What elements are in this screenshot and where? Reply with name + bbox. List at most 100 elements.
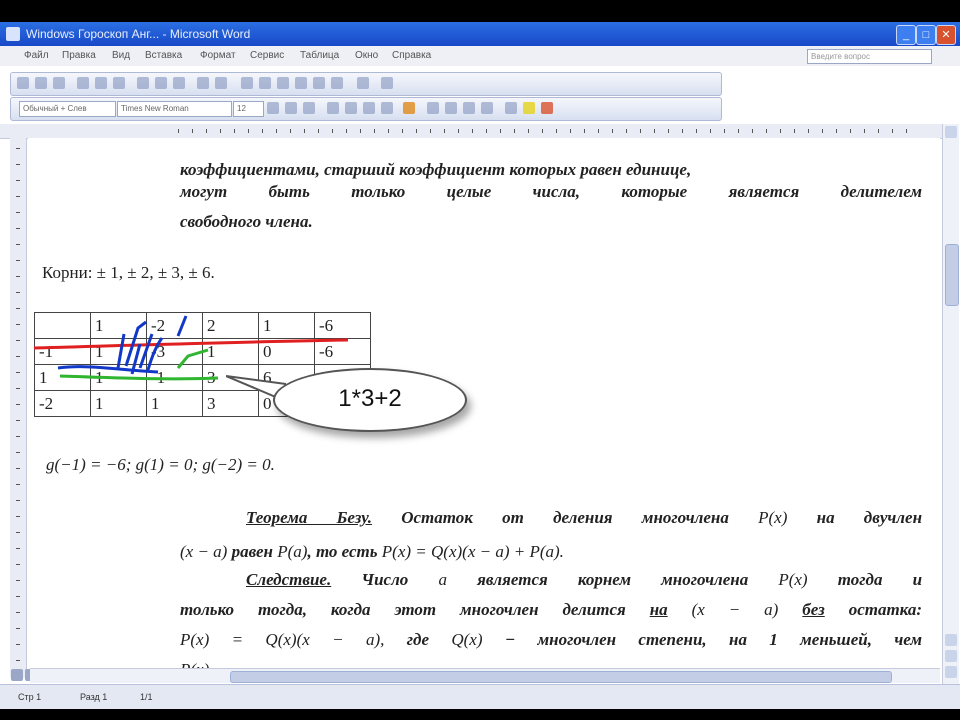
- green-arrow: [176, 348, 209, 369]
- previous-page-icon[interactable]: [945, 634, 957, 646]
- corollary-text-2b: на: [649, 600, 668, 619]
- horizontal-scroll-thumb[interactable]: [230, 671, 892, 683]
- spelling-icon[interactable]: [113, 77, 125, 89]
- status-section: Разд 1: [80, 692, 108, 702]
- formatting-toolbar: Обычный + Слев Times New Roman 12: [10, 97, 722, 121]
- bullets-icon[interactable]: [445, 102, 457, 114]
- open-icon[interactable]: [35, 77, 47, 89]
- theorem-equals-word: равен: [231, 542, 273, 561]
- font-select[interactable]: Times New Roman: [117, 101, 232, 117]
- border-icon[interactable]: [505, 102, 517, 114]
- corollary-text-2d: без: [802, 600, 825, 619]
- horizontal-scrollbar[interactable]: [30, 668, 940, 683]
- minimize-button[interactable]: _: [896, 25, 916, 45]
- menu-bar: Файл Правка Вид Вставка Формат Сервис Та…: [0, 46, 960, 66]
- increase-indent-icon[interactable]: [481, 102, 493, 114]
- corollary-text-2e: остатка:: [848, 600, 923, 619]
- cut-icon[interactable]: [137, 77, 149, 89]
- theorem-formula: P(x) = Q(x)(x − a) + P(a).: [381, 542, 564, 561]
- table-icon[interactable]: [259, 77, 271, 89]
- justify-icon[interactable]: [381, 102, 393, 114]
- bold-icon[interactable]: [267, 102, 279, 114]
- zoom-icon[interactable]: [357, 77, 369, 89]
- menu-tools[interactable]: Сервис: [250, 50, 284, 61]
- redo-icon[interactable]: [215, 77, 227, 89]
- title-bar: Windows Гороскоп Анг... - Microsoft Word…: [0, 22, 960, 46]
- menu-help[interactable]: Справка: [392, 50, 431, 61]
- align-center-icon[interactable]: [345, 102, 357, 114]
- theorem-pa: P(a): [277, 542, 308, 561]
- menu-format[interactable]: Формат: [200, 50, 236, 61]
- red-strike-line: [33, 338, 349, 350]
- close-button[interactable]: ✕: [936, 25, 956, 45]
- new-document-icon[interactable]: [17, 77, 29, 89]
- style-select[interactable]: Обычный + Слев: [19, 101, 116, 117]
- window-title: Windows Гороскоп Анг... - Microsoft Word: [26, 27, 251, 41]
- theorem-line-1: Теорема Безу. Остаток от деления многочл…: [180, 508, 922, 528]
- document-page[interactable]: коэффициентами, старший коэффициент кото…: [28, 138, 940, 668]
- word-app-icon: [6, 27, 20, 41]
- select-browse-object-icon[interactable]: [945, 650, 957, 662]
- underline-icon[interactable]: [303, 102, 315, 114]
- corollary-a: a: [438, 570, 447, 589]
- corollary-formula: P(x) = Q(x)(x − a),: [180, 630, 385, 649]
- corollary-text-e: тогда и: [837, 570, 923, 589]
- menu-insert[interactable]: Вставка: [145, 50, 182, 61]
- status-bar: Стр 1 Разд 1 1/1: [0, 684, 960, 709]
- align-left-icon[interactable]: [327, 102, 339, 114]
- intro-line-2: могут быть только целые числа, которые я…: [180, 182, 922, 201]
- document-map-icon[interactable]: [313, 77, 325, 89]
- theorem-that-is: , то есть: [307, 542, 378, 561]
- help-icon[interactable]: [381, 77, 393, 89]
- normal-view-icon[interactable]: [11, 669, 23, 681]
- intro-line-1: коэффициентами, старший коэффициент кото…: [180, 160, 692, 179]
- corollary-text-c: является корнем многочлена: [477, 570, 749, 589]
- columns-icon[interactable]: [277, 77, 289, 89]
- vertical-scrollbar[interactable]: [942, 124, 959, 684]
- theorem-px: P(x): [758, 508, 788, 527]
- menu-view[interactable]: Вид: [112, 50, 130, 61]
- maximize-button[interactable]: □: [916, 25, 936, 45]
- corollary-px: P(x): [778, 570, 808, 589]
- paste-icon[interactable]: [173, 77, 185, 89]
- numbering-icon[interactable]: [427, 102, 439, 114]
- menu-table[interactable]: Таблица: [300, 50, 339, 61]
- hyperlink-icon[interactable]: [241, 77, 253, 89]
- font-color-icon[interactable]: [541, 102, 553, 114]
- copy-icon[interactable]: [155, 77, 167, 89]
- drawing-icon[interactable]: [295, 77, 307, 89]
- undo-icon[interactable]: [197, 77, 209, 89]
- corollary-where: где: [406, 630, 429, 649]
- menu-edit[interactable]: Правка: [62, 50, 96, 61]
- print-icon[interactable]: [77, 77, 89, 89]
- corollary-line-4: P(x).: [180, 656, 214, 668]
- align-right-icon[interactable]: [363, 102, 375, 114]
- corollary-binomial: (x − a): [691, 600, 779, 619]
- italic-icon[interactable]: [285, 102, 297, 114]
- help-search-input[interactable]: Введите вопрос: [807, 49, 932, 64]
- preview-icon[interactable]: [95, 77, 107, 89]
- roots-values: ± 1, ± 2, ± 3, ± 6.: [96, 263, 215, 282]
- next-page-icon[interactable]: [945, 666, 957, 678]
- scroll-up-icon[interactable]: [945, 126, 957, 138]
- status-page: Стр 1: [18, 692, 42, 702]
- decrease-indent-icon[interactable]: [463, 102, 475, 114]
- menu-window[interactable]: Окно: [355, 50, 378, 61]
- highlight-icon[interactable]: [523, 102, 535, 114]
- menu-file[interactable]: Файл: [24, 50, 49, 61]
- line-spacing-icon[interactable]: [403, 102, 415, 114]
- vertical-ruler[interactable]: [10, 138, 27, 678]
- scroll-thumb[interactable]: [945, 244, 959, 306]
- g-values-line: g(−1) = −6; g(1) = 0; g(−2) = 0.: [46, 455, 275, 474]
- roots-line: Корни: ± 1, ± 2, ± 3, ± 6.: [42, 259, 215, 286]
- font-size-select[interactable]: 12: [233, 101, 264, 117]
- blue-arrow: [176, 315, 188, 337]
- callout-bubble: 1*3+2: [273, 368, 467, 432]
- horizontal-ruler[interactable]: [0, 124, 942, 139]
- theorem-text2: на двучлен: [816, 508, 923, 527]
- corollary-line-2: только тогда, когда этот многочлен делит…: [180, 600, 922, 620]
- theorem-title: Теорема Безу.: [246, 508, 372, 527]
- save-icon[interactable]: [53, 77, 65, 89]
- pilcrow-icon[interactable]: [331, 77, 343, 89]
- corollary-text-a: Число: [361, 570, 409, 589]
